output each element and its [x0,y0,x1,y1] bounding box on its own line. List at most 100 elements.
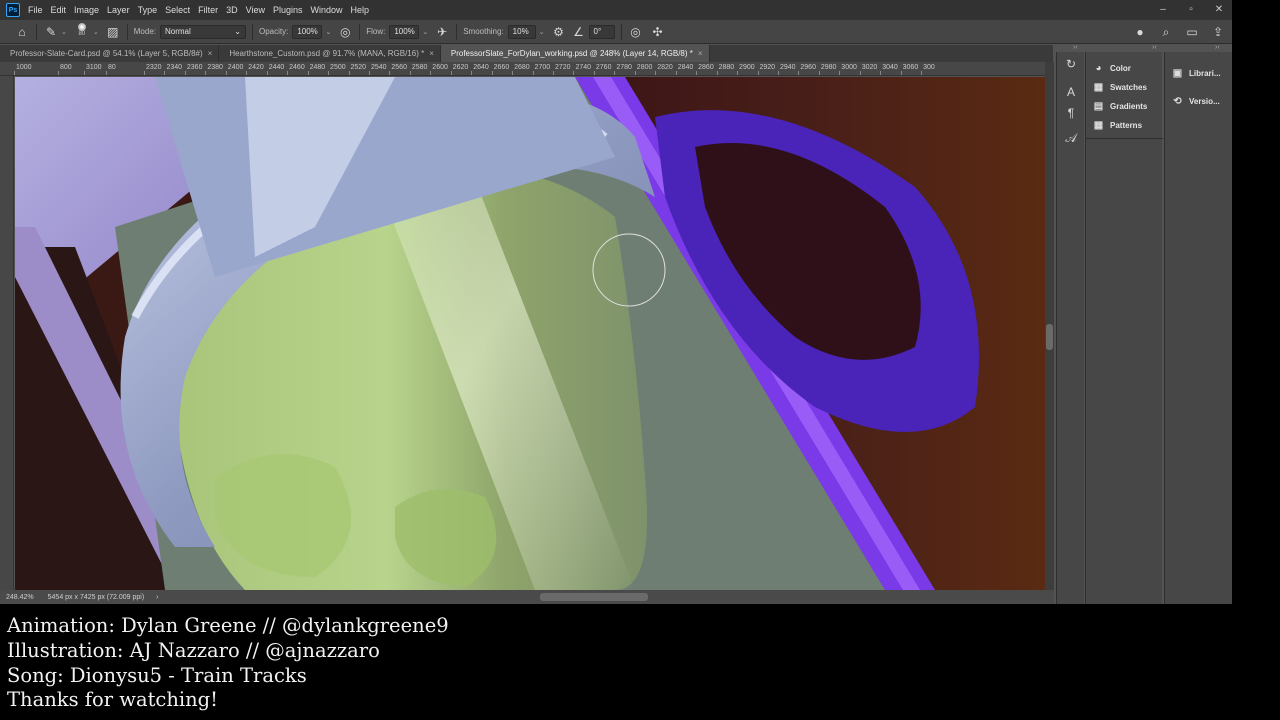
vertical-scrollbar[interactable] [1045,62,1054,590]
workspace-icon[interactable]: ▭ [1184,24,1200,40]
paragraph-icon[interactable]: ¶ [1057,104,1085,122]
pressure-size-icon[interactable]: ◎ [628,24,644,40]
menu-view[interactable]: View [244,0,271,20]
opacity-input[interactable]: 100% [292,24,323,39]
glyphs-icon[interactable]: 𝒜 [1057,126,1085,150]
panel-item-versions[interactable]: ⟲ Versio... [1165,87,1232,115]
menu-edit[interactable]: Edit [49,0,73,20]
panel-item-swatches[interactable]: ▦ Swatches [1086,78,1162,97]
ruler-tick [818,71,820,75]
menu-plugins[interactable]: Plugins [271,0,309,20]
brush-dropdown-icon[interactable]: ⌄ [93,28,99,36]
horizontal-scroll-thumb[interactable] [540,593,648,601]
ruler-label: 2880 [718,64,735,71]
vertical-scroll-thumb[interactable] [1046,324,1053,350]
ruler-label: 2480 [309,64,326,71]
share-user-icon[interactable]: ● [1132,24,1148,40]
vertical-ruler[interactable] [0,76,14,590]
ruler-label: 3060 [902,64,919,71]
photoshop-window: Ps File Edit Image Layer Type Select Fil… [0,0,1232,604]
flow-value: 100% [394,27,415,36]
libraries-icon: ▣ [1172,67,1183,79]
document-canvas[interactable] [15,77,1045,590]
ruler-label: 2500 [330,64,346,71]
ruler-label: 2640 [473,64,489,71]
tool-preset-dropdown-icon[interactable]: ⌄ [61,28,67,36]
panel-item-libraries[interactable]: ▣ Librari... [1165,59,1232,87]
search-icon[interactable]: ⌕ [1158,24,1174,40]
tab-close-icon[interactable]: × [429,49,434,58]
tab-close-icon[interactable]: × [208,49,213,58]
panel-divider [1086,138,1163,139]
symmetry-icon[interactable]: ✣ [650,24,666,40]
ruler-label: 2680 [514,64,530,71]
opacity-label: Opacity: [258,27,289,36]
menu-help[interactable]: Help [349,0,376,20]
menu-filter[interactable]: Filter [196,0,224,20]
share-icon[interactable]: ⇪ [1210,24,1226,40]
brush-preset-picker[interactable]: 80 [75,22,89,41]
ruler-tick [675,71,677,75]
angle-value: 0° [593,27,602,36]
separator [251,23,253,40]
ruler-tick [84,71,85,75]
menu-3d[interactable]: 3D [224,0,244,20]
history-brush-icon[interactable]: ↻ [1057,52,1085,76]
menu-file[interactable]: File [26,0,49,20]
collapse-panels-icon[interactable]: ›‹ [1152,44,1157,51]
ruler-label: 2960 [800,64,816,71]
minimize-icon[interactable]: – [1158,5,1168,15]
tab-hearthstone-custom[interactable]: Hearthstone_Custom.psd @ 91.7% (MANA, RG… [219,45,441,62]
ruler-label: 80 [108,64,116,71]
ruler-tick [859,71,861,75]
mode-select[interactable]: Normal ⌄ [159,24,246,39]
tab-close-icon[interactable]: × [698,49,703,58]
ruler-tick [532,71,534,75]
menu-select[interactable]: Select [163,0,196,20]
character-icon[interactable]: A [1057,80,1085,104]
ruler-tick [430,71,432,75]
menu-layer[interactable]: Layer [105,0,136,20]
ruler-label: 2340 [166,64,183,71]
angle-input[interactable]: 0° [588,24,615,39]
panel-item-color[interactable]: ◕ Color [1086,59,1162,78]
horizontal-ruler[interactable]: 1000 800 3100 80 2320 2340 2360 2380 2400 2420 244… [0,62,1045,76]
home-icon[interactable]: ⌂ [14,24,30,40]
panel-group-color: ◕ Color ▦ Swatches ▤ Gradients ▦ Pattern… [1085,52,1163,604]
menu-type[interactable]: Type [136,0,164,20]
airbrush-icon[interactable]: ✈ [434,24,450,40]
flow-slider-icon[interactable]: ⌄ [422,28,428,36]
mode-value: Normal [164,27,191,36]
opacity-slider-icon[interactable]: ⌄ [325,28,331,36]
ruler-tick [737,71,739,75]
brush-tool-icon[interactable]: ✎ [43,24,59,40]
maximize-icon[interactable]: ▫ [1186,5,1196,15]
tab-professor-slate-working[interactable]: ProfessorSlate_ForDylan_working.psd @ 24… [440,45,710,62]
ruler-label: 2740 [575,64,592,71]
ruler-tick [777,71,779,75]
menu-window[interactable]: Window [309,0,349,20]
ruler-tick [184,71,186,75]
ruler-tick [573,71,575,75]
close-icon[interactable]: ✕ [1214,5,1224,15]
brush-settings-panel-icon[interactable]: ▨ [105,24,121,40]
document-size: 5454 px x 7425 px (72.009 ppi) [47,593,145,601]
collapse-panels-icon[interactable]: ›‹ [1073,44,1078,51]
separator [126,23,128,40]
pressure-opacity-icon[interactable]: ◎ [337,24,353,40]
zoom-level[interactable]: 248.42% [6,594,34,601]
status-menu-icon[interactable]: › [156,594,158,601]
menu-image[interactable]: Image [72,0,105,20]
smoothing-options-gear-icon[interactable]: ⚙ [551,24,567,40]
flow-input[interactable]: 100% [389,24,420,39]
smoothing-slider-icon[interactable]: ⌄ [539,28,545,36]
ruler-tick [716,71,718,75]
smoothing-input[interactable]: 10% [507,24,536,39]
panel-item-patterns[interactable]: ▦ Patterns [1086,116,1162,135]
panel-item-gradients[interactable]: ▤ Gradients [1086,97,1162,116]
tab-professor-slate-card[interactable]: Professor-Slate-Card.psd @ 54.1% (Layer … [0,45,220,62]
collapse-panels-icon[interactable]: ›‹ [1215,44,1220,51]
photoshop-logo-icon[interactable]: Ps [6,3,20,17]
ruler-label: 300 [923,64,935,71]
ruler-label: 3000 [841,64,857,71]
